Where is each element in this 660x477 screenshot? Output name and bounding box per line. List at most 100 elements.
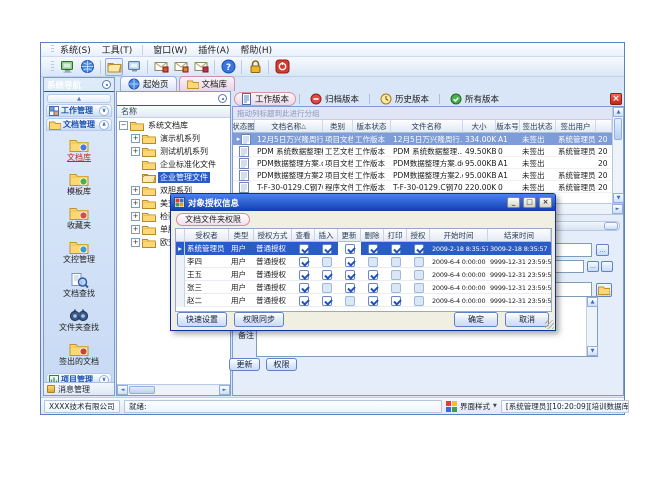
grid-column-header[interactable]: 授权 <box>407 229 430 242</box>
checkbox-checked-icon[interactable] <box>299 283 309 293</box>
tab-all-versions[interactable]: 所有版本 <box>443 92 506 106</box>
column-header[interactable]: 签出用户 <box>556 120 596 133</box>
table-row[interactable]: ▸12月5日万兴隆周行…项目文档工作版本12月5日万兴隆周行…334.00KBA… <box>233 133 612 145</box>
permission-cell[interactable] <box>292 294 315 307</box>
ok-button[interactable]: 确定 <box>454 312 498 327</box>
permission-cell[interactable] <box>384 281 407 294</box>
permission-cell[interactable] <box>292 281 315 294</box>
sidebar-item-template-library[interactable]: 模板库 <box>46 167 112 201</box>
menu-item[interactable]: 工具(T) <box>101 43 134 56</box>
tab-document-library[interactable]: 文档库 <box>179 76 236 91</box>
grid-column-header[interactable]: 受权者 <box>185 229 229 242</box>
cancel-button[interactable]: 取消 <box>505 312 549 327</box>
menu-item[interactable]: 系统(S) <box>59 43 92 56</box>
grid-column-header[interactable]: 授权方式 <box>254 229 292 242</box>
browse-button[interactable] <box>601 261 613 272</box>
permission-cell[interactable] <box>292 268 315 281</box>
checkbox-unchecked-icon[interactable] <box>391 283 401 293</box>
expand-icon[interactable]: + <box>131 186 140 195</box>
scroll-thumb[interactable] <box>614 118 622 140</box>
grid-column-header[interactable]: 结束时间 <box>488 229 551 242</box>
grid-row[interactable]: 张三用户普通授权2009-6-4 0:00:009999-12-31 23:59… <box>176 281 551 294</box>
permission-cell[interactable] <box>361 255 384 268</box>
permission-cell[interactable] <box>315 255 338 268</box>
exit-icon[interactable] <box>273 58 291 76</box>
scroll-left-icon[interactable]: ◄ <box>117 385 128 395</box>
checkbox-checked-icon[interactable] <box>299 257 309 267</box>
scroll-up-icon[interactable]: ▲ <box>613 107 624 117</box>
checkbox-unchecked-icon[interactable] <box>391 270 401 280</box>
interface-style-selector[interactable]: 界面样式 ▼ <box>446 401 497 412</box>
grid-row[interactable]: ▸系统管理员用户普通授权2009-2-18 8:35:573009-2-18 8… <box>176 242 551 255</box>
tree-node[interactable]: 企业管理文件 <box>117 171 230 184</box>
expand-icon[interactable]: + <box>131 212 140 221</box>
open-folder-icon[interactable] <box>105 58 123 76</box>
checkbox-checked-icon[interactable] <box>345 283 355 293</box>
chevron-down-icon[interactable]: ∨ <box>99 106 109 116</box>
checkbox-unchecked-icon[interactable] <box>391 257 401 267</box>
permission-cell[interactable] <box>407 242 430 255</box>
checkbox-checked-icon[interactable] <box>368 283 378 293</box>
sidebar-item-favorites[interactable]: 收藏夹 <box>46 201 112 235</box>
checkbox-unchecked-icon[interactable] <box>345 296 355 306</box>
grid-row[interactable]: 王五用户普通授权2009-6-4 0:00:009999-12-31 23:59… <box>176 268 551 281</box>
column-header[interactable]: 类别 <box>323 120 353 133</box>
expand-icon[interactable]: + <box>131 199 140 208</box>
expand-icon[interactable]: + <box>131 225 140 234</box>
tree-node[interactable]: +测试机机系列 <box>117 145 230 158</box>
checkbox-checked-icon[interactable] <box>368 270 378 280</box>
permission-cell[interactable] <box>338 242 361 255</box>
sidebar-group-documents[interactable]: 文档管理∧ <box>46 118 112 131</box>
column-header[interactable]: 签出状态 <box>520 120 556 133</box>
close-icon[interactable]: × <box>539 197 552 208</box>
monitor-icon[interactable] <box>125 58 143 76</box>
permission-cell[interactable] <box>361 242 384 255</box>
chevron-down-icon[interactable]: ∨ <box>99 375 109 383</box>
permission-cell[interactable] <box>384 255 407 268</box>
tree-column-header[interactable]: 名称 <box>117 106 230 118</box>
tab-folder-permissions[interactable]: 文档文件夹权限 <box>176 213 250 226</box>
tree-horizontal-scrollbar[interactable]: ◄ ► <box>117 384 230 395</box>
tab-start-page[interactable]: 起始页 <box>120 76 177 91</box>
checkbox-checked-icon[interactable] <box>322 296 332 306</box>
table-row[interactable]: PDM数据整理方案2.doc项目文档工作版本PDM数据整理方案2.doc95.0… <box>233 169 612 181</box>
checkbox-checked-icon[interactable] <box>368 296 378 306</box>
permission-cell[interactable] <box>407 255 430 268</box>
column-header[interactable]: 大小 <box>463 120 496 133</box>
table-row[interactable]: T-F-30-0129.C钢70件程序文件工作版本T-F-30-0129.C钢7… <box>233 181 612 193</box>
checkbox-checked-icon[interactable] <box>322 244 332 254</box>
checkbox-checked-icon[interactable] <box>345 270 355 280</box>
pin-icon[interactable] <box>102 80 111 89</box>
tree-node[interactable]: −系统文档库 <box>117 119 230 132</box>
scroll-up-icon[interactable]: ▲ <box>587 297 598 307</box>
expand-icon[interactable]: + <box>131 147 140 156</box>
permission-cell[interactable] <box>407 294 430 307</box>
permission-cell[interactable] <box>384 294 407 307</box>
chevron-up-icon[interactable]: ∧ <box>99 120 109 130</box>
checkbox-unchecked-icon[interactable] <box>322 257 332 267</box>
help-icon[interactable]: ? <box>219 58 237 76</box>
maximize-icon[interactable]: □ <box>523 197 536 208</box>
scroll-down-icon[interactable]: ▼ <box>613 193 624 203</box>
textarea-scrollbar[interactable]: ▲ ▼ <box>586 297 597 356</box>
resize-grip[interactable] <box>545 320 554 329</box>
column-header[interactable]: 版本号 <box>496 120 520 133</box>
permission-cell[interactable] <box>315 268 338 281</box>
permission-button[interactable]: 权限 <box>266 358 297 371</box>
grid-column-header[interactable]: 打印 <box>384 229 407 242</box>
expand-icon[interactable]: + <box>131 238 140 247</box>
checkbox-unchecked-icon[interactable] <box>322 283 332 293</box>
minimize-icon[interactable]: _ <box>507 197 520 208</box>
scroll-right-icon[interactable]: ► <box>219 385 230 395</box>
table-row[interactable]: PDM 系统数据整理检…工艺文档工作版本PDM 系统数据整理…49.50KB0未… <box>233 145 612 157</box>
lock-icon[interactable] <box>246 58 264 76</box>
permission-cell[interactable] <box>292 242 315 255</box>
column-header[interactable]: 文件名称 <box>391 120 463 133</box>
grid-column-header[interactable]: 删除 <box>361 229 384 242</box>
grid-row[interactable]: 赵二用户普通授权2009-6-4 0:00:009999-12-31 23:59… <box>176 294 551 307</box>
sidebar-group-work[interactable]: 工作管理∨ <box>46 104 112 117</box>
permission-cell[interactable] <box>338 255 361 268</box>
collapse-button[interactable] <box>604 222 618 230</box>
grid-column-header[interactable]: 插入 <box>315 229 338 242</box>
permission-cell[interactable] <box>292 255 315 268</box>
